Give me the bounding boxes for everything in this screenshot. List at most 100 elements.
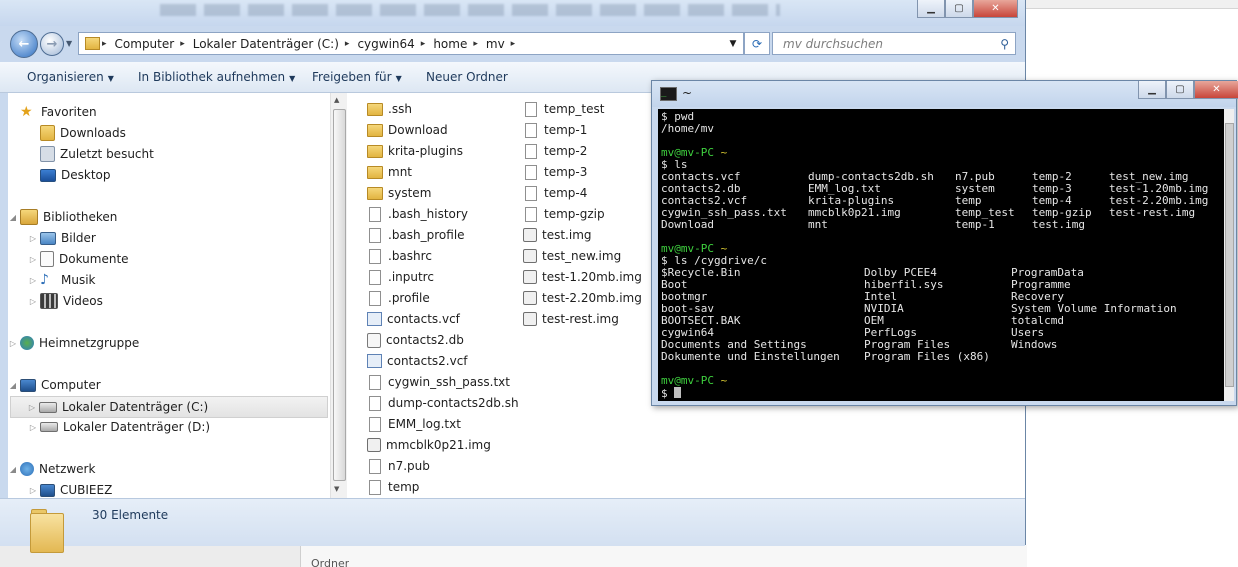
file-item[interactable]: n7.pub — [367, 456, 430, 476]
expand-arrow-icon[interactable]: ▷ — [28, 276, 38, 285]
chevron-down-icon[interactable]: ▼ — [723, 39, 743, 49]
terminal-scrollbar[interactable] — [1224, 109, 1234, 401]
prompt-path: ~ — [720, 146, 728, 159]
nav-desktop[interactable]: Desktop — [40, 165, 111, 185]
nav-computer[interactable]: ◢ Computer — [8, 375, 101, 395]
expand-arrow-icon[interactable]: ▷ — [28, 255, 38, 264]
address-bar[interactable]: ▸ Computer ▸ Lokaler Datenträger (C:) ▸ … — [78, 32, 744, 55]
terminal-screen[interactable]: $ pwd /home/mv mv@mv-PC ~ $ ls mv@mv-PC … — [658, 109, 1224, 401]
scroll-up-icon[interactable]: ▲ — [334, 96, 339, 104]
nav-favorites[interactable]: ★ Favoriten — [20, 102, 97, 122]
expand-arrow-icon[interactable]: ▷ — [28, 234, 38, 243]
file-item[interactable]: contacts.vcf — [367, 309, 460, 329]
file-item[interactable]: temp-gzip — [523, 204, 605, 224]
organize-button[interactable]: Organisieren ▼ — [27, 70, 114, 84]
scrollbar-thumb[interactable] — [1225, 123, 1234, 387]
scroll-down-icon[interactable]: ▼ — [334, 485, 339, 493]
file-item[interactable]: .bash_profile — [367, 225, 465, 245]
expand-arrow-icon[interactable]: ▷ — [8, 339, 18, 348]
file-item[interactable]: EMM_log.txt — [367, 414, 461, 434]
file-item[interactable]: .profile — [367, 288, 430, 308]
file-item[interactable]: dump-contacts2db.sh — [367, 393, 519, 413]
breadcrumb-drive-c[interactable]: Lokaler Datenträger (C:) — [193, 37, 339, 51]
file-item[interactable]: .bash_history — [367, 204, 468, 224]
navigation-scrollbar[interactable]: ▲ ▼ — [330, 93, 347, 498]
terminal-title: ~ — [682, 86, 693, 100]
maximize-button[interactable]: ▢ — [945, 0, 973, 18]
file-item[interactable]: .bashrc — [367, 246, 432, 266]
close-button[interactable]: ✕ — [973, 0, 1018, 18]
nav-network[interactable]: ◢ Netzwerk — [8, 459, 95, 479]
nav-pictures[interactable]: ▷ Bilder — [28, 228, 96, 248]
terminal-input-line[interactable]: $ — [661, 387, 682, 400]
include-in-library-button[interactable]: In Bibliothek aufnehmen ▼ — [138, 70, 295, 84]
nav-libraries[interactable]: ◢ Bibliotheken — [8, 207, 117, 227]
new-folder-button[interactable]: Neuer Ordner — [426, 70, 508, 84]
chevron-right-icon[interactable]: ▸ — [102, 39, 107, 49]
nav-videos[interactable]: ▷ Videos — [28, 291, 103, 311]
file-item[interactable]: temp-3 — [523, 162, 587, 182]
file-item[interactable]: cygwin_ssh_pass.txt — [367, 372, 510, 392]
share-with-button[interactable]: Freigeben für ▼ — [312, 70, 402, 84]
expand-arrow-icon[interactable]: ▷ — [28, 423, 38, 432]
collapse-arrow-icon[interactable]: ◢ — [8, 465, 18, 474]
file-item[interactable]: temp_test — [523, 99, 604, 119]
scrollbar-thumb[interactable] — [333, 109, 346, 481]
collapse-arrow-icon[interactable]: ◢ — [8, 213, 18, 222]
file-item[interactable]: contacts2.vcf — [367, 351, 468, 371]
file-item[interactable]: temp — [367, 477, 419, 497]
minimize-button[interactable]: ▁ — [1138, 81, 1166, 99]
file-item[interactable]: test-2.20mb.img — [523, 288, 642, 308]
chevron-right-icon[interactable]: ▸ — [421, 39, 426, 49]
nav-drive-d[interactable]: ▷ Lokaler Datenträger (D:) — [28, 417, 210, 437]
file-item[interactable]: test-1.20mb.img — [523, 267, 642, 287]
close-button[interactable]: ✕ — [1194, 81, 1238, 99]
file-item[interactable]: temp-4 — [523, 183, 587, 203]
file-item[interactable]: mmcblk0p21.img — [367, 435, 491, 455]
breadcrumb-mv[interactable]: mv — [486, 37, 505, 51]
chevron-right-icon[interactable]: ▸ — [345, 39, 350, 49]
file-item[interactable]: test.img — [523, 225, 592, 245]
minimize-button[interactable]: ▁ — [917, 0, 945, 18]
nav-music[interactable]: ▷ ♪ Musik — [28, 270, 96, 290]
file-icon — [369, 290, 381, 306]
ls-entry: Program Files (x86) — [864, 350, 990, 363]
chevron-right-icon[interactable]: ▸ — [180, 39, 185, 49]
history-dropdown-icon[interactable]: ▼ — [66, 39, 72, 48]
file-item[interactable]: Download — [367, 120, 448, 140]
expand-arrow-icon[interactable]: ▷ — [28, 486, 38, 495]
expand-arrow-icon[interactable]: ▷ — [28, 297, 38, 306]
file-item[interactable]: test_new.img — [523, 246, 621, 266]
breadcrumb-cygwin64[interactable]: cygwin64 — [357, 37, 414, 51]
refresh-button[interactable]: ⟳ — [744, 32, 770, 55]
explorer-titlebar[interactable]: ▁ ▢ ✕ — [0, 0, 1025, 26]
file-item[interactable]: .inputrc — [367, 267, 434, 287]
maximize-button[interactable]: ▢ — [1166, 81, 1194, 99]
chevron-right-icon[interactable]: ▸ — [473, 39, 478, 49]
expand-arrow-icon[interactable]: ▷ — [27, 403, 37, 412]
nav-drive-c[interactable]: ▷ Lokaler Datenträger (C:) — [10, 396, 328, 418]
file-item[interactable]: test-rest.img — [523, 309, 619, 329]
search-icon[interactable]: ⚲ — [1000, 37, 1009, 51]
chevron-right-icon[interactable]: ▸ — [511, 39, 516, 49]
breadcrumb-home[interactable]: home — [433, 37, 467, 51]
file-item[interactable]: contacts2.db — [367, 330, 464, 350]
file-item[interactable]: .ssh — [367, 99, 412, 119]
search-input[interactable]: mv durchsuchen ⚲ — [772, 32, 1016, 55]
file-item[interactable]: krita-plugins — [367, 141, 463, 161]
nav-downloads[interactable]: Downloads — [40, 123, 126, 143]
file-item[interactable]: temp-2 — [523, 141, 587, 161]
collapse-arrow-icon[interactable]: ◢ — [8, 381, 18, 390]
back-button[interactable]: ← — [10, 30, 38, 58]
nav-recent[interactable]: Zuletzt besucht — [40, 144, 154, 164]
nav-documents[interactable]: ▷ Dokumente — [28, 249, 129, 269]
forward-button[interactable]: → — [40, 32, 64, 56]
breadcrumb-computer[interactable]: Computer — [115, 37, 175, 51]
terminal-titlebar[interactable]: _ ~ ▁ ▢ ✕ — [652, 81, 1238, 107]
file-item[interactable]: mnt — [367, 162, 412, 182]
nav-homegroup[interactable]: ▷ Heimnetzgruppe — [8, 333, 139, 353]
desktop-icon — [40, 168, 56, 182]
file-item[interactable]: system — [367, 183, 431, 203]
nav-cubieez[interactable]: ▷ CUBIEEZ — [28, 480, 112, 498]
file-item[interactable]: temp-1 — [523, 120, 587, 140]
